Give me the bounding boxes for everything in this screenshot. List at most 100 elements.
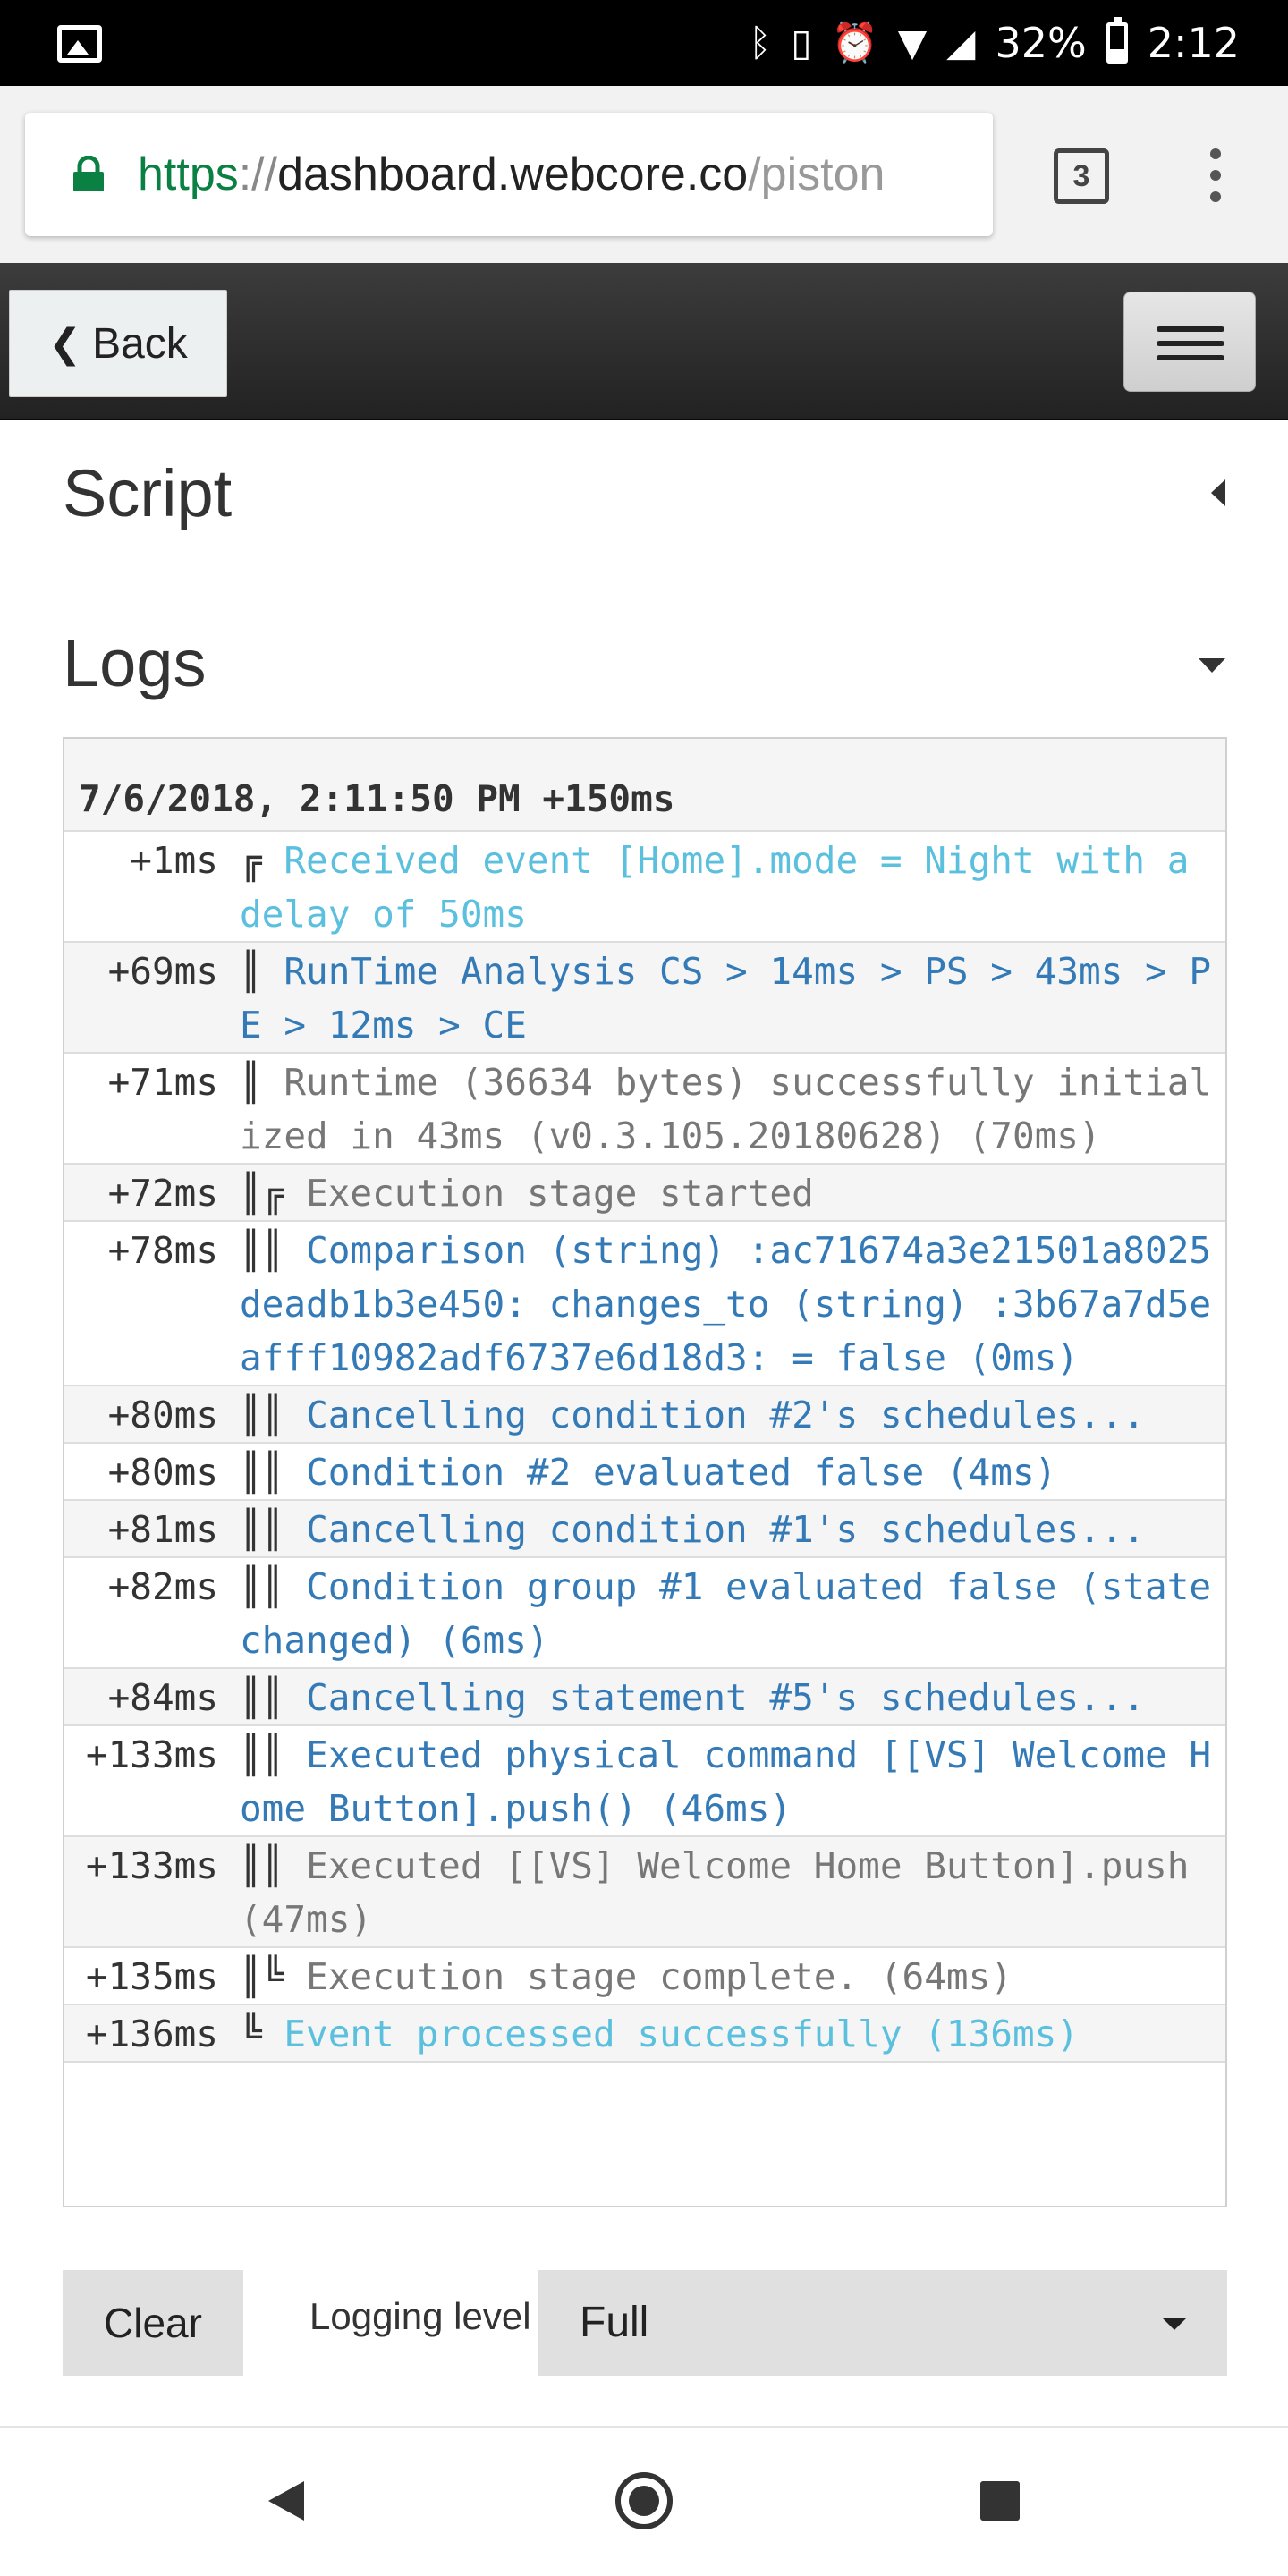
logs-panel-title: Logs	[63, 626, 207, 700]
status-icons: ᛒ ▯ ⏰ ▼ ◢ 32% 2:12	[749, 16, 1240, 70]
log-message: Execution stage started	[306, 1172, 814, 1215]
log-depth-prefix: ║║	[240, 1844, 284, 1887]
log-depth-prefix: ║║	[240, 1565, 284, 1608]
log-row: +78ms ║║ Comparison (string) :ac71674a3e2…	[64, 1222, 1225, 1386]
log-depth-prefix: ║║	[240, 1451, 284, 1494]
app-navbar: ❮ Back	[0, 263, 1288, 420]
alarm-icon: ⏰	[831, 21, 878, 64]
log-message-cell: ║║ Comparison (string) :ac71674a3e21501a…	[240, 1222, 1225, 1385]
log-message: Cancelling statement #5's schedules...	[306, 1676, 1146, 1719]
log-message-cell: ║║ Cancelling condition #1's schedules..…	[240, 1501, 1225, 1556]
nav-recents-icon[interactable]	[980, 2481, 1020, 2521]
tab-switcher-button[interactable]: 3	[1054, 148, 1109, 204]
log-message: Runtime (36634 bytes) successfully initi…	[240, 1061, 1212, 1157]
log-message-cell: ║╚ Execution stage complete. (64ms)	[240, 1948, 1225, 2004]
back-button[interactable]: ❮ Back	[9, 290, 227, 397]
log-message-cell: ║║ Executed [[VS] Welcome Home Button].p…	[240, 1837, 1225, 1946]
battery-percent: 32%	[995, 19, 1087, 67]
log-message: RunTime Analysis CS > 14ms > PS > 43ms >…	[240, 950, 1212, 1046]
logging-level-label: Logging level	[309, 2295, 531, 2337]
log-time: +1ms	[130, 839, 218, 882]
log-depth-prefix: ╔	[240, 839, 262, 882]
log-time: +80ms	[107, 1394, 218, 1436]
log-message: Condition group #1 evaluated false (stat…	[240, 1565, 1212, 1662]
log-depth-prefix: ╚	[240, 2012, 262, 2055]
log-message: Cancelling condition #1's schedules...	[306, 1508, 1146, 1551]
log-message-cell: ║║ Cancelling condition #2's schedules..…	[240, 1386, 1225, 1442]
caret-down-icon[interactable]	[1199, 658, 1225, 673]
log-time: +133ms	[85, 1844, 218, 1887]
status-bar: ᛒ ▯ ⏰ ▼ ◢ 32% 2:12	[0, 0, 1288, 86]
url-bar[interactable]: https://dashboard.webcore.co/piston	[25, 113, 993, 236]
url-text[interactable]: https://dashboard.webcore.co/piston	[138, 147, 885, 202]
clear-button[interactable]: Clear	[63, 2270, 243, 2376]
log-message-cell: ║╔ Execution stage started	[240, 1165, 1225, 1220]
log-message-cell: ║║ Condition #2 evaluated false (4ms)	[240, 1444, 1225, 1499]
log-row: +84ms ║║ Cancelling statement #5's schedu…	[64, 1669, 1225, 1726]
log-time: +81ms	[107, 1508, 218, 1551]
log-row: +133ms ║║ Executed [[VS] Welcome Home But…	[64, 1837, 1225, 1948]
log-depth-prefix: ║║	[240, 1676, 284, 1719]
log-message-cell: ║║ Condition group #1 evaluated false (s…	[240, 1558, 1225, 1667]
log-message-cell: ╚ Event processed successfully (136ms)	[240, 2005, 1225, 2061]
log-depth-prefix: ║║	[240, 1229, 284, 1272]
log-depth-prefix: ║	[240, 1061, 262, 1104]
log-message-cell: ║║ Cancelling statement #5's schedules..…	[240, 1669, 1225, 1724]
log-message: Comparison (string) :ac71674a3e21501a802…	[240, 1229, 1212, 1379]
log-row: +1ms ╔ Received event [Home].mode = Night…	[64, 832, 1225, 943]
url-path: /piston	[748, 148, 886, 200]
clock: 2:12	[1147, 19, 1240, 67]
nav-home-icon[interactable]	[615, 2472, 673, 2529]
log-depth-prefix: ║	[240, 950, 262, 993]
log-row: +136ms ╚ Event processed successfully (13…	[64, 2005, 1225, 2063]
log-time: +80ms	[107, 1451, 218, 1494]
log-time: +71ms	[107, 1061, 218, 1104]
vibrate-icon: ▯	[791, 21, 812, 64]
chevron-left-icon: ❮	[48, 321, 82, 366]
system-nav-bar	[0, 2428, 1288, 2576]
log-row: +69ms ║ RunTime Analysis CS > 14ms > PS >…	[64, 943, 1225, 1054]
log-message-cell: ║ Runtime (36634 bytes) successfully ini…	[240, 1054, 1225, 1163]
log-message: Received event [Home].mode = Night with …	[240, 839, 1190, 936]
log-rows: +1ms ╔ Received event [Home].mode = Night…	[64, 832, 1225, 2063]
log-time: +69ms	[107, 950, 218, 993]
logging-level-select[interactable]: Full	[538, 2270, 1227, 2376]
log-message-cell: ╔ Received event [Home].mode = Night wit…	[240, 832, 1225, 941]
log-row: +82ms ║║ Condition group #1 evaluated fal…	[64, 1558, 1225, 1669]
log-row: +81ms ║║ Cancelling condition #1's schedu…	[64, 1501, 1225, 1558]
url-protocol: https	[138, 148, 239, 200]
back-button-label: Back	[92, 319, 188, 368]
wifi-icon: ▼	[897, 21, 928, 64]
lock-icon	[73, 156, 104, 191]
bluetooth-icon: ᛒ	[749, 21, 772, 64]
script-panel-header[interactable]: Script	[63, 449, 1225, 538]
logs-panel-header[interactable]: Logs	[63, 619, 1225, 708]
log-message: Execution stage complete. (64ms)	[306, 1955, 1013, 1998]
log-message: Executed physical command [[VS] Welcome …	[240, 1733, 1212, 1830]
logs-table: 7/6/2018, 2:11:50 PM +150ms +1ms ╔ Receiv…	[63, 737, 1227, 2207]
log-message: Executed [[VS] Welcome Home Button].push…	[240, 1844, 1190, 1941]
signal-icon: ◢	[946, 21, 976, 64]
log-depth-prefix: ║║	[240, 1508, 284, 1551]
caret-left-icon[interactable]	[1211, 479, 1225, 506]
log-depth-prefix: ║║	[240, 1394, 284, 1436]
log-time: +133ms	[85, 1733, 218, 1776]
log-time: +82ms	[107, 1565, 218, 1608]
log-session-header: 7/6/2018, 2:11:50 PM +150ms	[64, 739, 1225, 832]
log-row: +80ms ║║ Condition #2 evaluated false (4m…	[64, 1444, 1225, 1501]
url-host: dashboard.webcore.co	[277, 148, 749, 200]
log-depth-prefix: ║╚	[240, 1955, 284, 1998]
more-menu-icon[interactable]	[1202, 148, 1229, 206]
log-depth-prefix: ║║	[240, 1733, 284, 1776]
log-time: +72ms	[107, 1172, 218, 1215]
log-time: +136ms	[85, 2012, 218, 2055]
log-row: +133ms ║║ Executed physical command [[VS]…	[64, 1726, 1225, 1837]
log-message-cell: ║║ Executed physical command [[VS] Welco…	[240, 1726, 1225, 1835]
nav-back-icon[interactable]	[268, 2481, 304, 2521]
image-icon	[57, 25, 102, 63]
battery-icon	[1106, 17, 1128, 64]
log-row: +72ms ║╔ Execution stage started	[64, 1165, 1225, 1222]
log-time: +84ms	[107, 1676, 218, 1719]
hamburger-menu-button[interactable]	[1123, 292, 1256, 392]
log-message: Cancelling condition #2's schedules...	[306, 1394, 1146, 1436]
